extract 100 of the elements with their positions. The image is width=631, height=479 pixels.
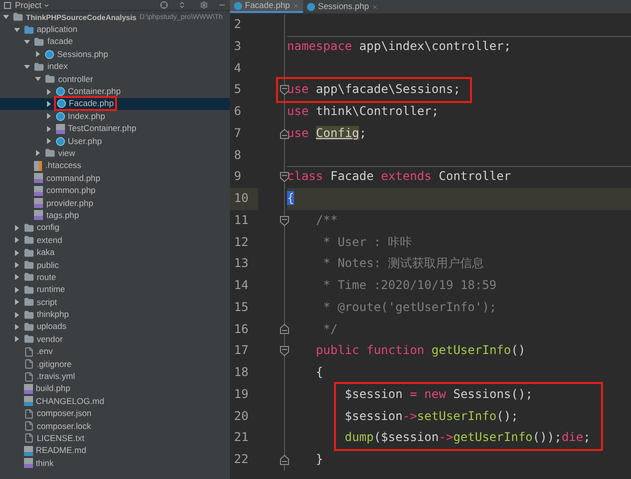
tree-item[interactable]: TestContainer.php [68, 123, 136, 134]
collapsed-arrow-icon[interactable] [46, 113, 52, 120]
collapsed-arrow-icon[interactable] [14, 336, 20, 342]
line-number: 6 [234, 104, 242, 118]
fold-icon[interactable] [280, 454, 289, 465]
close-icon[interactable] [372, 4, 378, 10]
collapsed-arrow-icon[interactable] [14, 262, 20, 268]
php-file-icon [56, 124, 65, 134]
expanded-arrow-icon[interactable] [3, 14, 9, 20]
editor-tab[interactable]: Facade.php [230, 0, 303, 13]
folder-icon [24, 272, 34, 282]
collapsed-arrow-icon[interactable] [46, 126, 52, 132]
code-token: ; [359, 126, 367, 140]
collapsed-arrow-icon[interactable] [14, 224, 20, 231]
collapsed-arrow-icon[interactable] [35, 51, 42, 58]
file-icon [24, 346, 34, 357]
tree-item[interactable]: think [36, 458, 54, 469]
fold-icon[interactable] [280, 85, 289, 96]
tree-item[interactable]: .gitignore [36, 358, 72, 370]
tree-item[interactable]: .env [36, 346, 53, 358]
collapsed-arrow-icon[interactable] [14, 250, 20, 256]
tree-item[interactable]: script [36, 296, 57, 308]
tree-item[interactable]: public [36, 260, 59, 270]
tree-item[interactable]: command.php [46, 172, 100, 184]
tree-item[interactable]: route [36, 272, 56, 283]
tree-item[interactable]: Sessions.php [57, 48, 108, 60]
tree-item[interactable]: README.md [36, 445, 86, 456]
expanded-arrow-icon[interactable] [24, 64, 30, 70]
code-token: Sessions(); [453, 386, 533, 401]
class-icon [45, 50, 54, 59]
fold-icon[interactable] [280, 216, 289, 226]
tree-item[interactable]: tags.php [46, 210, 80, 221]
selected-row[interactable]: Facade.php [0, 98, 230, 110]
code-token: dump [344, 430, 374, 444]
tree-item[interactable]: view [58, 148, 76, 159]
collapsed-arrow-icon[interactable] [46, 88, 52, 95]
collapsed-arrow-icon[interactable] [46, 100, 52, 107]
tree-item[interactable]: CHANGELOG.md [36, 396, 104, 407]
project-dropdown[interactable]: Project [15, 0, 50, 10]
tree-item[interactable]: extend [36, 234, 62, 246]
code-token: use [287, 126, 309, 140]
tree-item[interactable]: composer.json [36, 408, 92, 420]
folder-icon [24, 222, 34, 233]
tree-item[interactable]: thinkphp [36, 309, 69, 320]
fold-icon[interactable] [280, 128, 289, 139]
tree-item[interactable]: LICENSE.txt [36, 432, 84, 444]
tree-item[interactable]: composer.lock [36, 420, 92, 432]
tree-item[interactable]: uploads [36, 321, 66, 332]
line-number: 18 [234, 365, 248, 379]
tree-item[interactable]: runtime [36, 284, 66, 296]
collapse-icon[interactable] [178, 1, 186, 9]
collapsed-arrow-icon[interactable] [14, 286, 20, 293]
folder-icon [24, 260, 34, 270]
folder-icon [34, 62, 44, 72]
class-icon [56, 136, 65, 146]
line-number: 10 [234, 191, 248, 205]
tree-item[interactable]: build.php [36, 383, 70, 394]
tree-item[interactable]: controller [58, 74, 94, 85]
settings-icon[interactable] [200, 1, 208, 9]
fold-icon[interactable] [280, 172, 289, 182]
tree-item[interactable]: .htaccess [45, 160, 82, 172]
collapsed-arrow-icon[interactable] [46, 138, 52, 144]
line-number: 16 [234, 322, 248, 336]
collapsed-arrow-icon[interactable] [14, 324, 20, 330]
code-token: getUserInfo [453, 430, 533, 444]
tree-item[interactable]: provider.php [46, 198, 94, 209]
file-icon [24, 372, 34, 382]
tree-item[interactable]: index [47, 61, 68, 72]
tree-item[interactable]: User.php [68, 136, 102, 147]
line-number: 7 [234, 126, 242, 140]
code-token: -> [402, 408, 418, 422]
expanded-arrow-icon[interactable] [24, 38, 30, 45]
code-token: app\facade\Sessions; [316, 82, 460, 96]
tree-item[interactable]: kaka [36, 247, 55, 258]
tree-item[interactable]: config [36, 222, 60, 234]
collapsed-arrow-icon[interactable] [14, 274, 20, 280]
collapsed-arrow-icon[interactable] [14, 312, 20, 318]
crosshair-icon[interactable] [160, 1, 168, 9]
collapsed-arrow-icon[interactable] [14, 237, 20, 244]
tree-item[interactable]: Index.php [68, 110, 106, 122]
tree-item[interactable]: .travis.yml [36, 371, 75, 382]
tree-item[interactable]: Facade.php [68, 98, 114, 110]
line-number: 21 [234, 430, 248, 444]
line-number: 17 [234, 343, 248, 358]
folder-icon [45, 74, 56, 84]
fold-icon[interactable] [280, 324, 289, 334]
folder-icon [24, 248, 34, 258]
php-file-icon [24, 458, 33, 468]
tree-item[interactable]: common.php [46, 185, 96, 196]
collapsed-arrow-icon[interactable] [35, 150, 42, 156]
collapsed-arrow-icon[interactable] [14, 299, 20, 306]
tree-item[interactable]: application [36, 24, 78, 36]
tree-item[interactable]: Container.php [68, 86, 121, 98]
line-number: 4 [234, 60, 242, 74]
tree-item[interactable]: facade [47, 36, 73, 48]
expanded-arrow-icon[interactable] [35, 76, 42, 82]
fold-icon[interactable] [280, 346, 289, 356]
expanded-arrow-icon[interactable] [14, 26, 20, 33]
tree-item[interactable]: vendor [36, 334, 63, 345]
code-token: * @route('getUserInfo'); [323, 300, 497, 314]
